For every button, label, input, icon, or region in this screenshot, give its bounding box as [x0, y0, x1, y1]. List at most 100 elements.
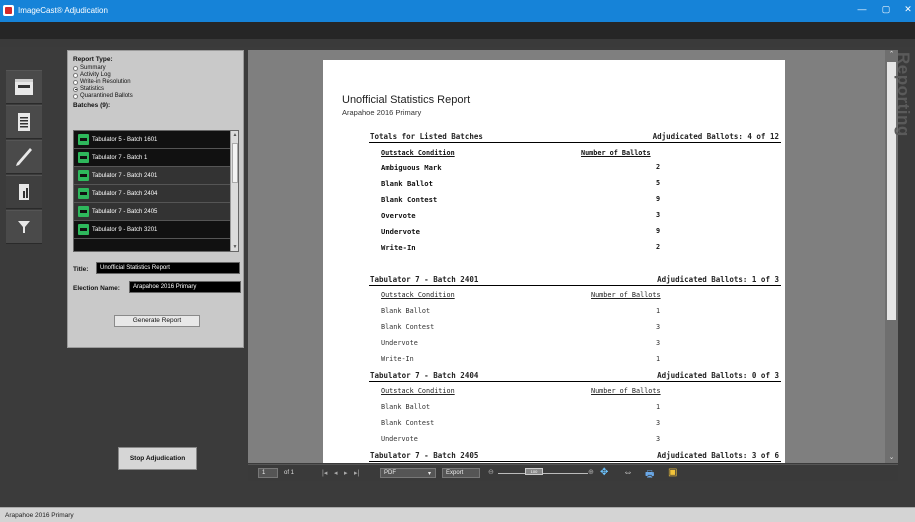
- scroll-up-icon[interactable]: ▲: [231, 131, 239, 139]
- radio-dot: [73, 93, 78, 99]
- batch-icon: [78, 152, 89, 163]
- page-number-input[interactable]: 1: [258, 468, 278, 478]
- last-page-icon[interactable]: ▸|: [354, 469, 359, 477]
- section-title: Tabulator 7 - Batch 2405: [370, 451, 479, 460]
- radio-quarantined-ballots[interactable]: Quarantined Ballots: [73, 93, 133, 99]
- report-page: Unofficial Statistics Report Arapahoe 20…: [323, 60, 785, 463]
- radio-summary[interactable]: Summary: [73, 65, 106, 71]
- radio-dot-selected: [73, 86, 78, 92]
- batch-list-scrollbar[interactable]: ▲ ▼: [230, 131, 238, 251]
- radio-activity-log[interactable]: Activity Log: [73, 72, 111, 78]
- count-cell: 9: [655, 227, 661, 235]
- batch-label: Tabulator 7 - Batch 1: [92, 154, 148, 161]
- election-name-field[interactable]: Arapahoe 2016 Primary: [129, 281, 241, 293]
- tab-ballot[interactable]: [6, 70, 42, 104]
- format-value: PDF: [384, 470, 396, 476]
- radio-write-in-resolution[interactable]: Write-in Resolution: [73, 79, 131, 85]
- radio-label: Write-in Resolution: [80, 79, 131, 85]
- condition-cell: Blank Ballot: [381, 403, 431, 411]
- radio-dot: [73, 72, 78, 78]
- zoom-in-icon[interactable]: ⊕: [588, 468, 594, 476]
- left-tab-rail: [6, 70, 42, 244]
- count-cell: 2: [655, 243, 661, 251]
- batch-item[interactable]: Tabulator 7 - Batch 2405: [74, 203, 232, 221]
- section-label: Reporting: [894, 52, 913, 137]
- title-bar: ImageCast® Adjudication — ▢ ✕: [0, 0, 915, 22]
- count-cell: 3: [655, 323, 661, 331]
- batch-list[interactable]: Tabulator 5 - Batch 1601 Tabulator 7 - B…: [73, 130, 239, 252]
- scroll-down-icon[interactable]: ⌄: [885, 453, 898, 463]
- batch-icon: [78, 224, 89, 235]
- stop-adjudication-button[interactable]: Stop Adjudication: [118, 447, 197, 470]
- condition-cell: Blank Ballot: [381, 179, 433, 188]
- ballot-list-icon: [18, 113, 30, 131]
- minimize-button[interactable]: —: [856, 4, 868, 14]
- prev-page-icon[interactable]: ◂: [334, 469, 338, 477]
- window-title: ImageCast® Adjudication: [18, 6, 108, 15]
- export-button[interactable]: Export: [442, 468, 480, 478]
- count-cell: 3: [655, 339, 661, 347]
- fit-width-icon[interactable]: ⇔: [623, 467, 633, 478]
- count-cell: 9: [655, 195, 661, 203]
- app-icon: [3, 5, 14, 16]
- count-cell: 3: [655, 419, 661, 427]
- radio-dot: [73, 65, 78, 71]
- ballot-icon: [15, 79, 33, 95]
- batch-heading: Tabulator 7 - Batch 2401 Adjudicated Bal…: [369, 273, 781, 286]
- batch-item[interactable]: Tabulator 5 - Batch 1601: [74, 131, 232, 149]
- first-page-icon[interactable]: |◂: [322, 469, 327, 477]
- batch-label: Tabulator 7 - Batch 2404: [92, 190, 158, 197]
- section-title: Tabulator 7 - Batch 2401: [370, 275, 479, 284]
- batch-heading: Tabulator 7 - Batch 2404 Adjudicated Bal…: [369, 369, 781, 382]
- batch-icon: [78, 188, 89, 199]
- radio-statistics[interactable]: Statistics: [73, 86, 104, 92]
- radio-dot: [73, 79, 78, 85]
- section-title: Tabulator 7 - Batch 2404: [370, 371, 479, 380]
- batch-item[interactable]: Tabulator 9 - Batch 3201: [74, 221, 232, 239]
- report-icon: [19, 184, 29, 200]
- batch-item[interactable]: Tabulator 7 - Batch 2404: [74, 185, 232, 203]
- batch-label: Tabulator 5 - Batch 1601: [92, 136, 158, 143]
- adjudicated-count: Adjudicated Ballots: 1 of 3: [657, 275, 779, 284]
- condition-cell: Write-In: [381, 355, 414, 363]
- format-select[interactable]: PDF ▾: [380, 468, 436, 478]
- election-name-label: Election Name:: [73, 285, 120, 292]
- zoom-out-icon[interactable]: ⊖: [488, 468, 494, 476]
- save-icon[interactable]: ▣: [668, 467, 677, 478]
- zoom-slider[interactable]: [498, 473, 588, 474]
- batch-icon: [78, 170, 89, 181]
- count-cell: 2: [655, 163, 661, 171]
- condition-cell: Overvote: [381, 211, 416, 220]
- tab-edit[interactable]: [6, 140, 42, 174]
- status-bar: Arapahoe 2016 Primary: [0, 507, 915, 522]
- tab-ballot-list[interactable]: [6, 105, 42, 139]
- scroll-down-icon[interactable]: ▼: [231, 243, 239, 251]
- count-cell: 5: [655, 179, 661, 187]
- tab-filter[interactable]: [6, 210, 42, 244]
- batches-label: Batches (9):: [73, 102, 111, 109]
- print-icon[interactable]: 🖶: [645, 467, 654, 484]
- condition-cell: Undervote: [381, 339, 418, 347]
- next-page-icon[interactable]: ▸: [344, 469, 348, 477]
- condition-cell: Blank Contest: [381, 419, 435, 427]
- col-condition: Outstack Condition: [381, 291, 455, 299]
- close-button[interactable]: ✕: [902, 4, 914, 15]
- batch-item[interactable]: Tabulator 7 - Batch 2401: [74, 167, 232, 185]
- title-field[interactable]: Unofficial Statistics Report: [96, 262, 240, 274]
- batch-icon: [78, 134, 89, 145]
- batch-label: Tabulator 9 - Batch 3201: [92, 226, 158, 233]
- tab-reporting[interactable]: [6, 175, 42, 209]
- report-title: Unofficial Statistics Report: [342, 94, 471, 106]
- generate-report-button[interactable]: Generate Report: [114, 315, 200, 327]
- zoom-knob[interactable]: 100: [525, 468, 543, 475]
- report-type-label: Report Type:: [73, 56, 113, 63]
- pan-icon[interactable]: ✥: [600, 467, 608, 478]
- header-band-lower: [0, 39, 915, 47]
- condition-cell: Blank Ballot: [381, 307, 431, 315]
- chevron-down-icon: ▾: [427, 471, 431, 477]
- scroll-thumb[interactable]: [232, 143, 238, 183]
- adjudicated-count: Adjudicated Ballots: 0 of 3: [657, 371, 779, 380]
- batch-item[interactable]: Tabulator 7 - Batch 1: [74, 149, 232, 167]
- header-band: [0, 22, 915, 39]
- restore-button[interactable]: ▢: [880, 4, 892, 15]
